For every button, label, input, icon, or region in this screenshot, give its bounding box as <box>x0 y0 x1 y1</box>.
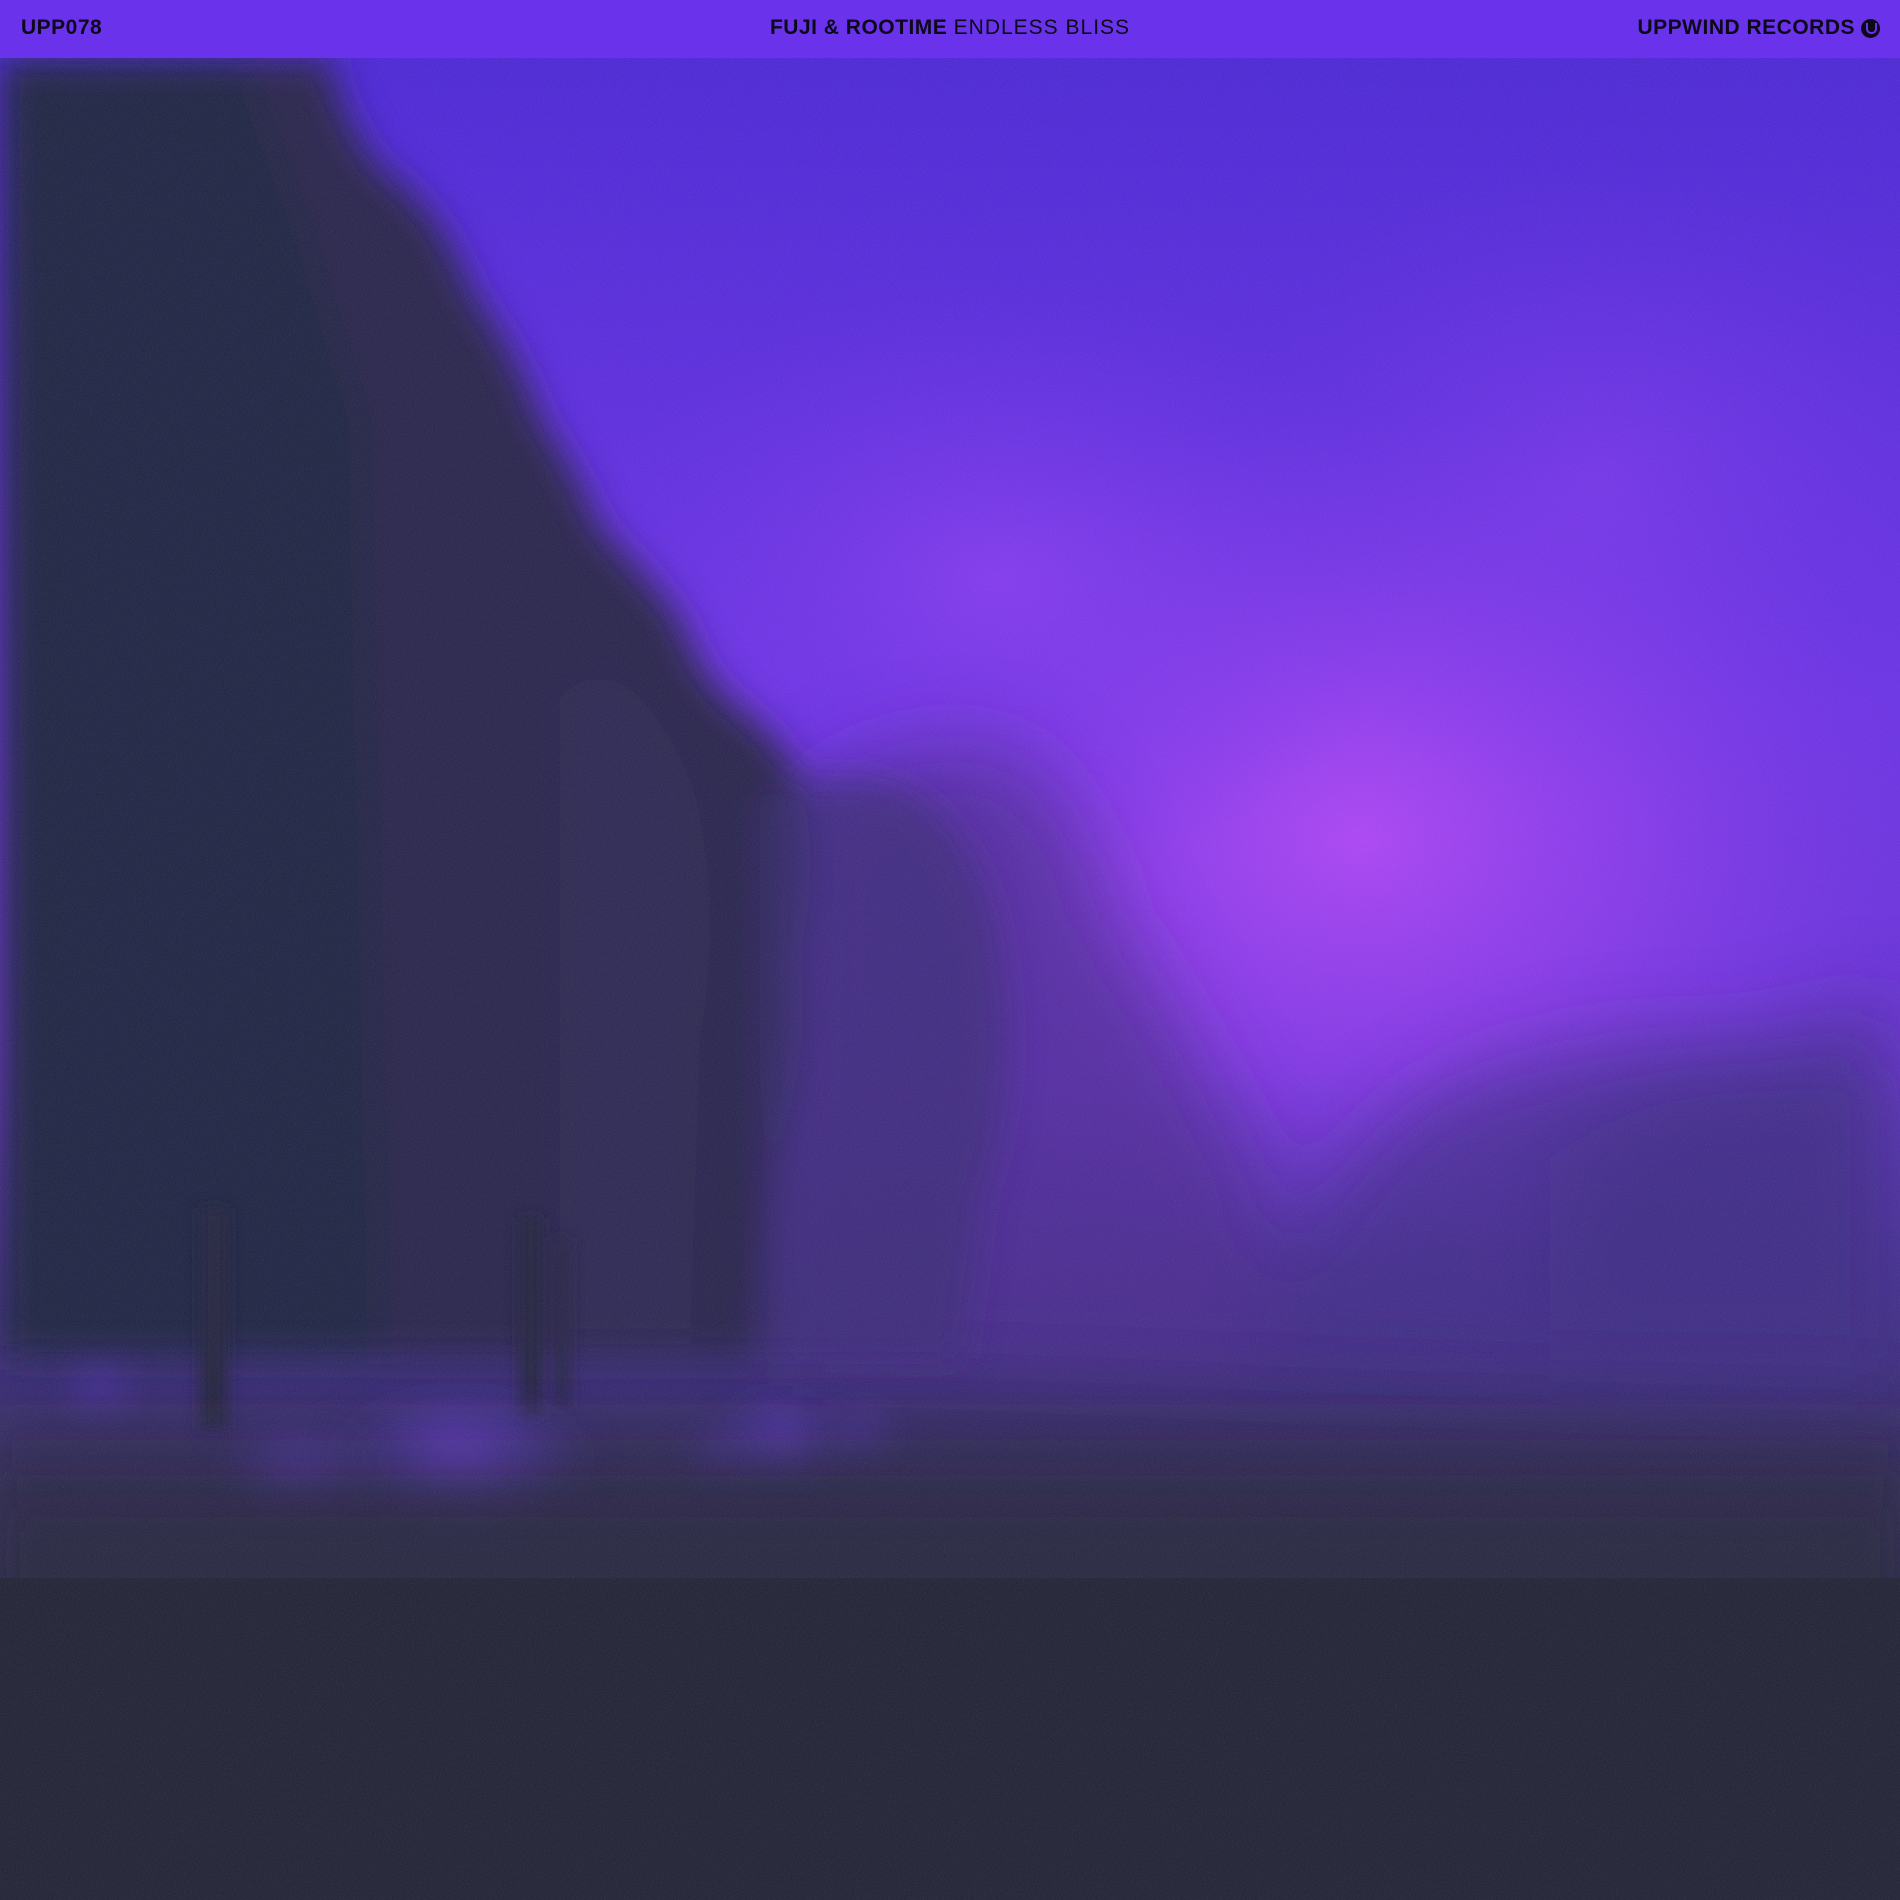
uppwind-logo-icon <box>1861 18 1880 38</box>
release-title: FUJI & ROOTIME ENDLESS BLISS <box>0 16 1900 40</box>
header-bar: UPP078 FUJI & ROOTIME ENDLESS BLISS UPPW… <box>0 0 1900 58</box>
cover-photo <box>0 58 1900 1900</box>
label-name-group: UPPWIND RECORDS <box>1637 16 1880 40</box>
album-cover: UPP078 FUJI & ROOTIME ENDLESS BLISS UPPW… <box>0 0 1900 1900</box>
foggy-trees-image <box>0 58 1900 1900</box>
artist-name: FUJI & ROOTIME <box>769 16 948 39</box>
label-name: UPPWIND RECORDS <box>1637 16 1855 39</box>
album-title: ENDLESS BLISS <box>953 16 1131 39</box>
